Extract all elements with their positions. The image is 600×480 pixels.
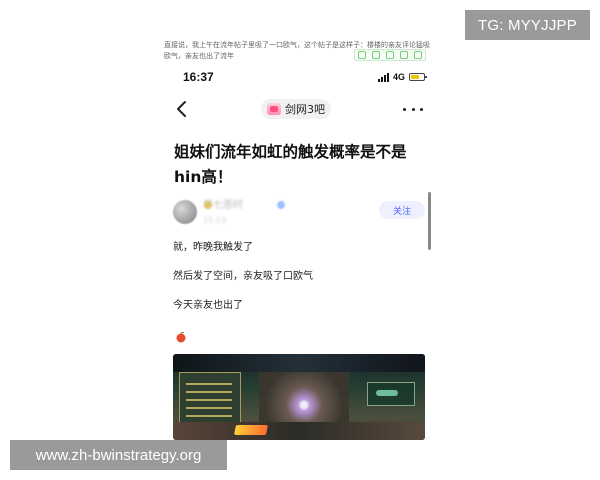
back-arrow-icon[interactable] [175,100,189,118]
post-paragraph: 今天亲友也出了 [173,300,243,311]
toolbar-icon-1[interactable] [358,51,366,59]
toolbar-icon-2[interactable] [372,51,380,59]
forum-name: 剑网3吧 [285,103,325,116]
battery-icon [409,73,427,81]
author-row: 学七恩时 25.13 关注 [173,200,435,234]
post-title: 姐妹们流年如虹的触发概率是不是hin高！ [174,143,407,186]
post-body: 就，昨晚我触发了 然后发了空间，亲友吸了口欧气 今天亲友也出了 [173,242,423,329]
forum-pill[interactable]: 剑网3吧 [261,99,331,119]
nav-bar: 剑网3吧 [163,98,435,120]
follow-button[interactable]: 关注 [379,201,425,219]
avatar[interactable] [173,200,197,224]
toolbar-icon-5[interactable] [414,51,422,59]
site-watermark: www.zh-bwinstrategy.org [10,440,227,470]
tg-watermark: TG: MYYJJPP [465,10,590,40]
author-level: 25.13 [203,216,226,225]
more-icon[interactable] [403,100,423,118]
toolbar-icon-3[interactable] [386,51,394,59]
author-name: 学七恩时 [203,200,243,211]
status-time: 16:37 [183,70,214,84]
toolbar-icon-4[interactable] [400,51,408,59]
game-right-ui [367,382,415,406]
phone-screenshot: 16:37 4G 剑网3吧 姐妹们流年如虹的触发概率是不是hin高！ 学七恩时 … [163,64,435,440]
game-logo [233,425,269,435]
status-right: 4G [377,72,427,82]
signal-icon [377,72,389,82]
apple-icon [175,328,187,343]
author-info[interactable]: 学七恩时 25.13 [203,200,243,226]
network-label: 4G [392,72,405,82]
game-ui-panel [179,372,241,426]
post-paragraph: 然后发了空间，亲友吸了口欧气 [173,271,313,282]
screenshot-page: 直接说，我上午在流年帖子里吸了一口欧气，这个帖子是这样子：楼楼的亲友评论猛吸欧气… [0,0,600,480]
status-bar: 16:37 4G [163,70,435,88]
badge-dot-icon-2 [277,201,285,209]
game-screenshot-image[interactable] [173,354,425,440]
forum-logo-icon [267,103,281,115]
scrollbar[interactable] [428,192,431,250]
mini-toolbar[interactable] [354,49,426,61]
post-paragraph: 就，昨晚我触发了 [173,242,253,253]
